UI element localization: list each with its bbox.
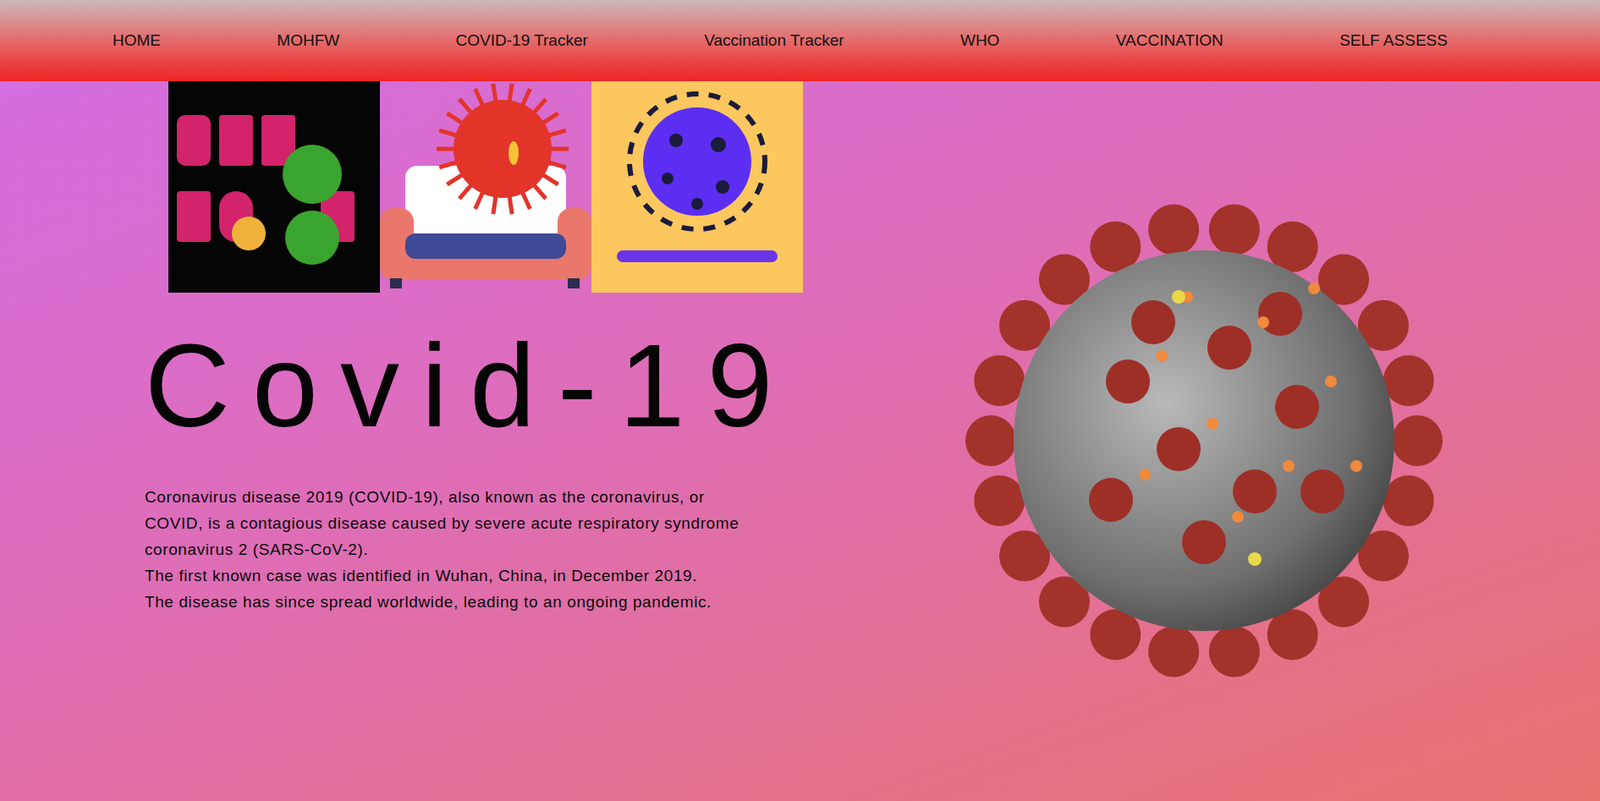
nav-link[interactable]: MOHFW [276, 31, 340, 50]
nav-link[interactable]: VACCINATION [1116, 31, 1224, 50]
nav-link[interactable]: COVID-19 Tracker [456, 31, 589, 50]
image-column [846, 81, 1600, 801]
virus-couch-icon [379, 81, 592, 293]
page: HOME MOHFW COVID-19 Tracker Vaccination Tra… [0, 0, 1600, 801]
nav-link[interactable]: Vaccination Tracker [703, 31, 844, 50]
description-line: Coronavirus disease 2019 (COVID-19), als… [144, 483, 847, 511]
nav-link[interactable]: WHO [960, 31, 1000, 50]
virus-on-couch-sticker [379, 81, 592, 293]
coronavirus-image [958, 195, 1450, 687]
hero-title: Covid-19 [144, 326, 847, 446]
main: Covid-19 Coronavirus disease 2019 (COVID-… [0, 81, 1600, 801]
wash-hands-icon [591, 81, 803, 293]
hero-column: Covid-19 Coronavirus disease 2019 (COVID-… [0, 81, 847, 801]
stay-home-sticker [168, 81, 380, 293]
wash-hands-sticker [591, 81, 803, 293]
description-line: The first known case was identified in W… [144, 562, 847, 589]
nav-link[interactable]: HOME [112, 31, 161, 50]
description-line: COVID, is a contagious disease caused by… [144, 510, 847, 537]
navbar: HOME MOHFW COVID-19 Tracker Vaccination Tra… [0, 0, 1600, 82]
nav-link[interactable]: SELF ASSESS [1339, 31, 1448, 50]
sticker-row [168, 81, 847, 293]
stay-home-icon [168, 81, 380, 293]
description-line: The disease has since spread worldwide, … [144, 588, 847, 616]
hero-description: Coronavirus disease 2019 (COVID-19), als… [144, 483, 847, 616]
description-line: coronavirus 2 (SARS-CoV-2). [144, 536, 847, 563]
